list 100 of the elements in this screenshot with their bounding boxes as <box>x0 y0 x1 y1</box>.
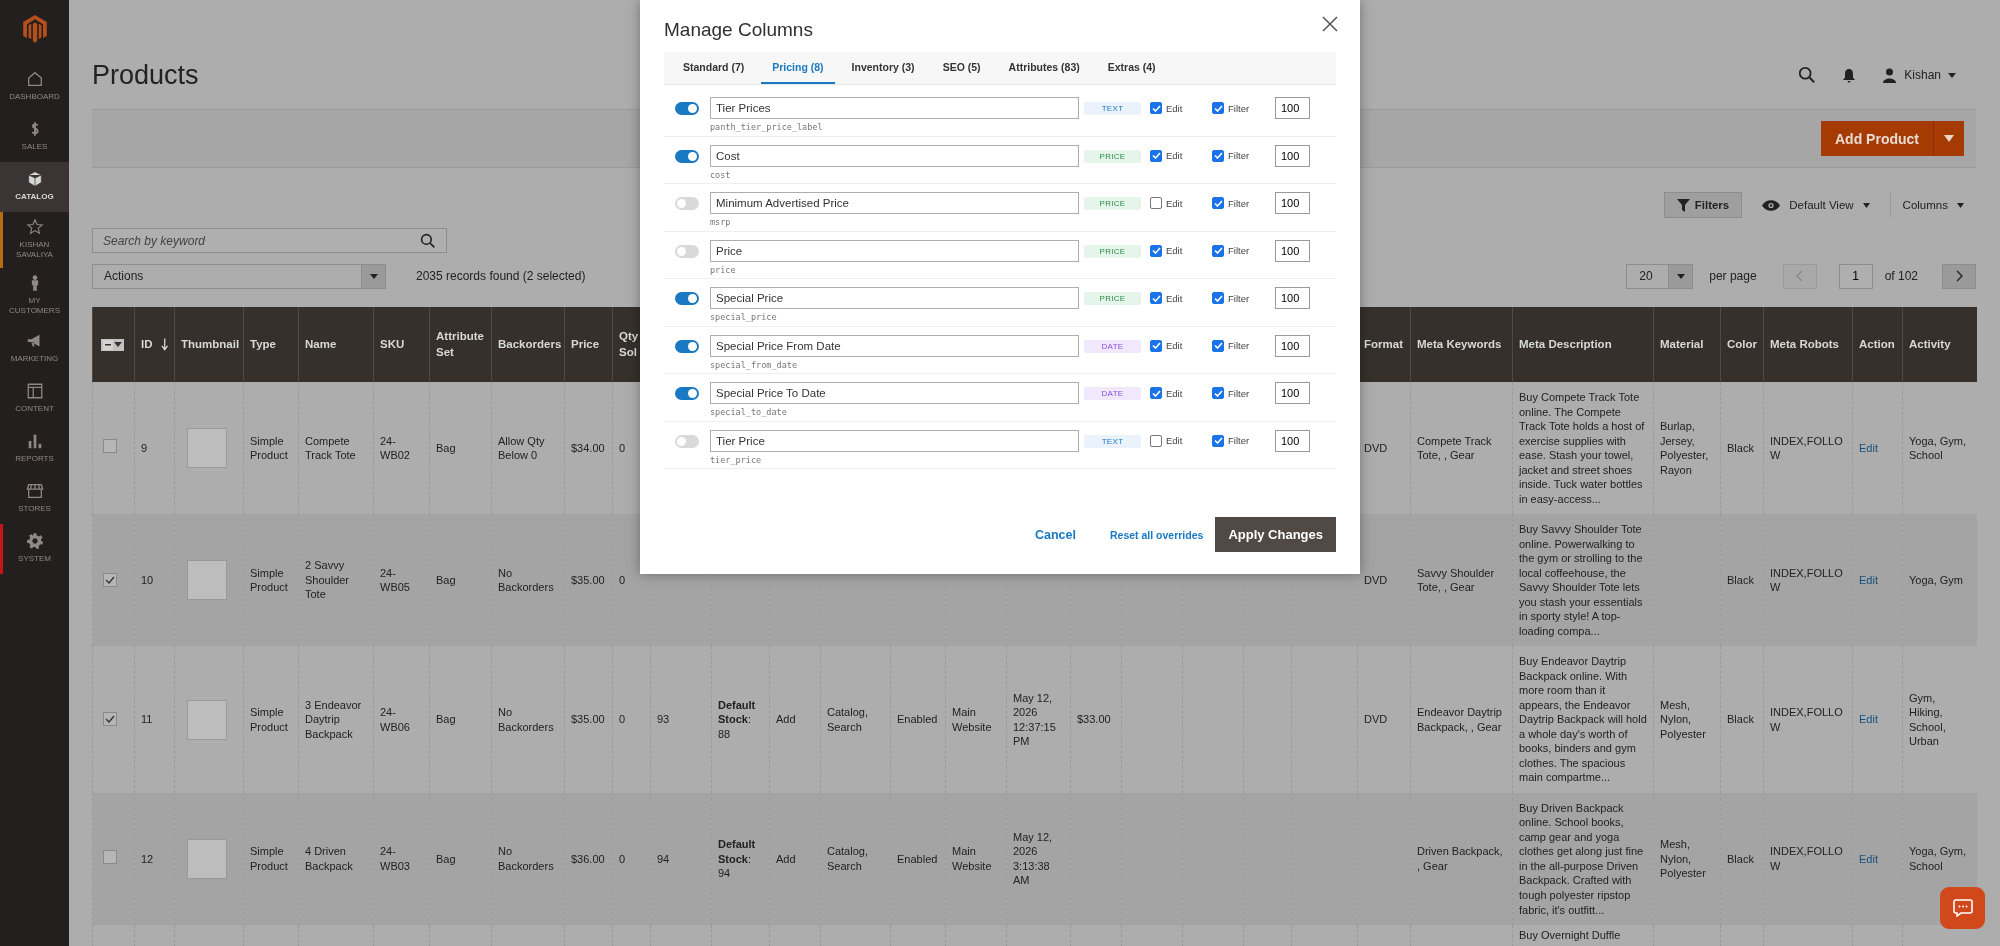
checkbox[interactable] <box>1150 339 1162 352</box>
edit-checkbox[interactable]: Edit <box>1150 97 1212 114</box>
checkbox[interactable] <box>1150 387 1162 399</box>
column-label-field[interactable]: Tier Price <box>710 429 1079 452</box>
edit-checkbox[interactable]: Edit <box>1150 334 1212 352</box>
edit-checkbox[interactable]: Edit <box>1150 382 1212 399</box>
filter-checkbox[interactable]: Filter <box>1212 382 1275 399</box>
width-field[interactable]: 100 <box>1275 382 1310 404</box>
checkbox[interactable] <box>1212 292 1224 304</box>
filter-checkbox[interactable]: Filter <box>1212 144 1275 162</box>
close-icon[interactable] <box>1322 16 1338 32</box>
width-field[interactable]: 100 <box>1275 287 1310 309</box>
toggle-switch[interactable] <box>675 149 699 163</box>
column-header[interactable]: Meta Robots <box>1770 336 1839 353</box>
apply-changes-button[interactable]: Apply Changes <box>1215 517 1336 552</box>
search-icon[interactable] <box>1798 66 1817 84</box>
column-header[interactable]: Meta Description <box>1519 336 1612 353</box>
checkbox[interactable] <box>1212 339 1224 352</box>
edit-checkbox[interactable]: Edit <box>1150 192 1212 209</box>
filter-checkbox[interactable]: Filter <box>1212 192 1275 209</box>
per-page-dropdown[interactable]: 20 <box>1626 263 1694 289</box>
toggle-switch[interactable] <box>675 339 699 353</box>
edit-link[interactable]: Edit <box>1859 852 1878 865</box>
next-page-button[interactable] <box>1942 263 1976 289</box>
checkbox[interactable] <box>1150 197 1162 209</box>
view-dropdown[interactable]: Default View <box>1762 199 1870 211</box>
column-label-field[interactable]: Special Price From Date <box>710 334 1079 357</box>
column-header[interactable]: Material <box>1660 336 1704 353</box>
edit-checkbox[interactable]: Edit <box>1150 429 1212 447</box>
column-label-field[interactable]: Tier Prices <box>710 97 1079 119</box>
cancel-link[interactable]: Cancel <box>1035 527 1076 542</box>
columns-dropdown[interactable]: Columns <box>1902 199 1964 211</box>
column-header[interactable]: SKU <box>380 336 405 353</box>
sidebar-item[interactable]: CONTENT <box>0 373 69 424</box>
column-header[interactable]: Activity <box>1909 336 1951 353</box>
width-field[interactable]: 100 <box>1275 334 1310 357</box>
toggle-switch[interactable] <box>675 292 699 305</box>
column-label-field[interactable]: Cost <box>710 144 1079 167</box>
toggle-switch[interactable] <box>675 102 699 115</box>
edit-checkbox[interactable]: Edit <box>1150 287 1212 304</box>
column-label-field[interactable]: Price <box>710 239 1079 262</box>
width-field[interactable]: 100 <box>1275 192 1310 214</box>
sidebar-item[interactable]: REPORTS <box>0 423 69 474</box>
edit-link[interactable]: Edit <box>1859 713 1878 726</box>
toggle-switch[interactable] <box>675 244 699 258</box>
row-checkbox[interactable] <box>103 712 117 727</box>
toggle-switch[interactable] <box>675 197 699 210</box>
sidebar-item[interactable]: MY CUSTOMERS <box>0 267 69 324</box>
chat-button[interactable] <box>1940 887 1985 929</box>
column-header[interactable]: Thumbnail <box>181 336 240 353</box>
checkbox[interactable] <box>1212 197 1224 209</box>
sidebar-item[interactable]: DASHBOARD <box>0 62 69 112</box>
checkbox[interactable] <box>1150 102 1162 114</box>
checkbox[interactable] <box>1150 292 1162 304</box>
checkbox[interactable] <box>1212 387 1224 399</box>
mass-select-control[interactable] <box>101 338 124 351</box>
sidebar-item[interactable]: CATALOG <box>0 162 69 212</box>
checkbox[interactable] <box>1212 149 1224 162</box>
column-header[interactable]: ID <box>141 336 153 353</box>
add-product-button[interactable]: Add Product <box>1821 121 1964 156</box>
checkbox[interactable] <box>1212 434 1224 447</box>
row-checkbox[interactable] <box>103 572 117 587</box>
width-field[interactable]: 100 <box>1275 97 1310 119</box>
tab[interactable]: Extras (4) <box>1096 52 1167 84</box>
sort-down-arrow-icon[interactable] <box>160 338 168 351</box>
user-menu[interactable]: Kishan <box>1882 67 1956 83</box>
column-header[interactable]: Price <box>571 336 600 353</box>
search-field[interactable]: Search by keyword <box>92 228 447 253</box>
column-header[interactable]: Backorders <box>498 336 562 353</box>
checkbox[interactable] <box>1150 434 1162 447</box>
checkbox[interactable] <box>1212 102 1224 114</box>
tab[interactable]: Inventory (3) <box>840 52 926 84</box>
edit-link[interactable]: Edit <box>1859 573 1878 586</box>
filter-checkbox[interactable]: Filter <box>1212 429 1275 447</box>
tab[interactable]: Attributes (83) <box>997 52 1091 84</box>
toggle-switch[interactable] <box>675 434 699 448</box>
page-input[interactable]: 1 <box>1838 263 1873 289</box>
sidebar-item[interactable]: KISHAN SAVALIYA <box>0 212 69 268</box>
logo-icon[interactable] <box>21 14 48 44</box>
filter-checkbox[interactable]: Filter <box>1212 239 1275 257</box>
reset-link[interactable]: Reset all overrides <box>1110 528 1204 541</box>
checkbox[interactable] <box>1212 244 1224 257</box>
checkbox[interactable] <box>1150 149 1162 162</box>
toggle-switch[interactable] <box>675 387 699 400</box>
bell-icon[interactable] <box>1842 67 1857 83</box>
column-header[interactable]: Format <box>1364 336 1403 353</box>
sidebar-item[interactable]: MARKETING <box>0 323 69 374</box>
tab[interactable]: Standard (7) <box>672 52 756 84</box>
column-header[interactable]: Action <box>1859 336 1895 353</box>
column-label-field[interactable]: Minimum Advertised Price <box>710 192 1079 214</box>
row-checkbox[interactable] <box>103 850 117 865</box>
sidebar-item[interactable]: STORES <box>0 473 69 524</box>
filter-checkbox[interactable]: Filter <box>1212 287 1275 304</box>
actions-dropdown[interactable]: Actions <box>92 263 386 289</box>
width-field[interactable]: 100 <box>1275 144 1310 167</box>
column-header[interactable]: Color <box>1727 336 1758 353</box>
sidebar-item[interactable]: SALES <box>0 112 69 162</box>
width-field[interactable]: 100 <box>1275 429 1310 452</box>
column-label-field[interactable]: Special Price <box>710 287 1079 309</box>
column-header[interactable]: Type <box>250 336 276 353</box>
